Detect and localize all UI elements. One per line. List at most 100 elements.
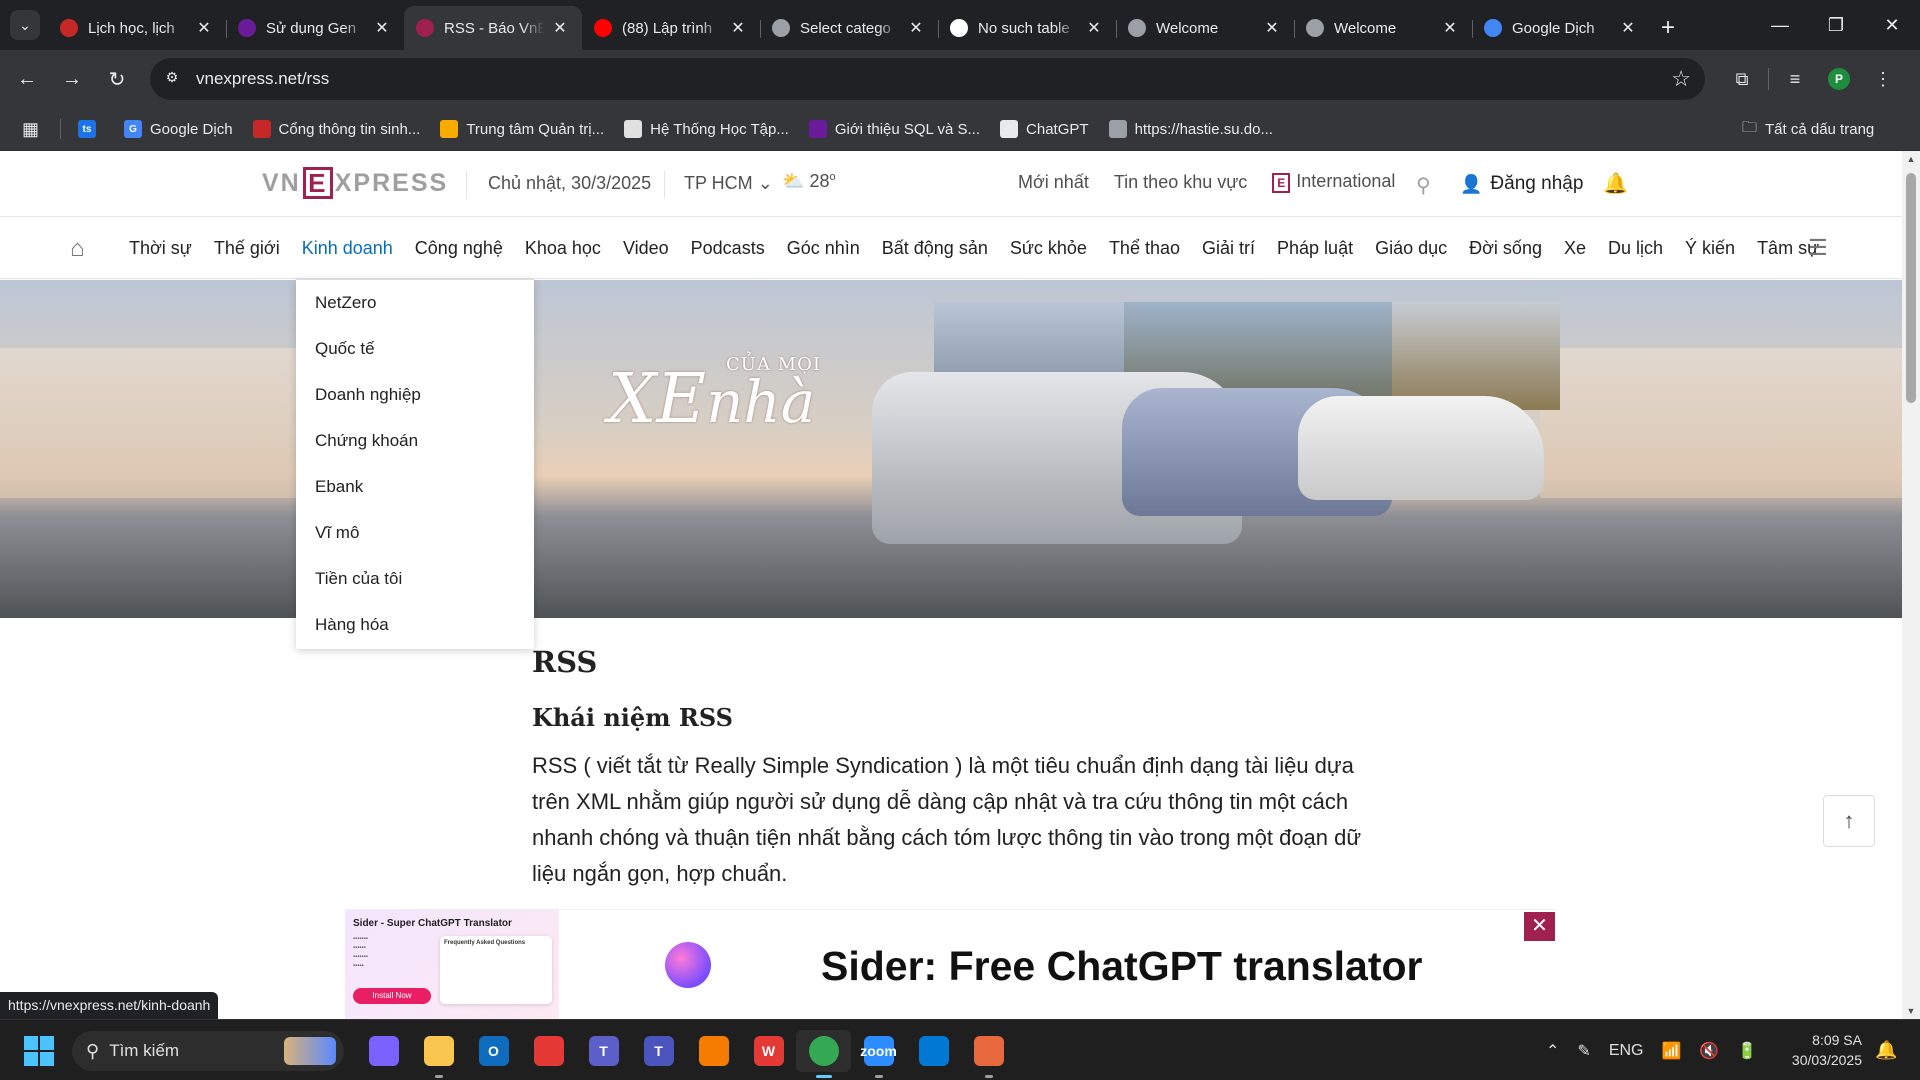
taskbar-app[interactable] [411, 1030, 466, 1078]
hamburger-menu-icon[interactable]: ☰ [1808, 235, 1828, 261]
close-tab-icon[interactable]: ✕ [1618, 18, 1638, 38]
bookmark-item[interactable]: Cổng thông tin sinh... [252, 120, 420, 138]
login-button[interactable]: 👤 Đăng nhập [1460, 173, 1583, 195]
regional-news-link[interactable]: Tin theo khu vực [1114, 172, 1247, 193]
site-info-icon[interactable]: ⚙ [162, 69, 182, 89]
taskbar-app[interactable] [521, 1030, 576, 1072]
bookmark-item[interactable]: Giới thiệu SQL và S... [808, 120, 980, 138]
taskbar-app[interactable] [796, 1030, 851, 1078]
city-selector[interactable]: TP HCM ⌄ [684, 173, 773, 194]
taskbar-app[interactable]: W [741, 1030, 796, 1072]
category-link[interactable]: Góc nhìn [787, 238, 860, 259]
category-link[interactable]: Giải trí [1202, 238, 1255, 259]
url-text[interactable]: vnexpress.net/rss [196, 69, 329, 89]
close-window-icon[interactable]: ✕ [1864, 0, 1920, 50]
vnexpress-logo[interactable]: VN E XPRESS [262, 167, 448, 199]
category-link[interactable]: Bất động sản [882, 238, 988, 259]
language-indicator[interactable]: ENG [1609, 1042, 1644, 1060]
profile-avatar[interactable]: P [1817, 62, 1861, 96]
scroll-to-top-button[interactable]: ↑ [1823, 795, 1875, 847]
category-link[interactable]: Thể thao [1109, 238, 1180, 259]
menu-kebab-icon[interactable]: ⋮ [1861, 62, 1905, 96]
category-link[interactable]: Podcasts [691, 238, 765, 259]
minimize-icon[interactable]: — [1752, 0, 1808, 50]
forward-icon[interactable]: → [57, 64, 87, 94]
speaker-muted-icon[interactable]: 🔇 [1699, 1041, 1719, 1061]
taskbar-search-box[interactable]: ⚲ Tìm kiếm [72, 1031, 344, 1071]
browser-tab[interactable]: (88) Lập trình ✕ [582, 6, 760, 50]
category-link[interactable]: Giáo dục [1375, 238, 1447, 259]
category-link[interactable]: Sức khỏe [1010, 238, 1087, 259]
address-bar[interactable]: ⚙ vnexpress.net/rss ☆ [150, 58, 1705, 100]
media-control-icon[interactable]: ≡ [1773, 62, 1817, 96]
close-tab-icon[interactable]: ✕ [1262, 18, 1282, 38]
scroll-down-arrow-icon[interactable]: ▼ [1906, 1006, 1916, 1016]
taskbar-app[interactable] [906, 1030, 961, 1072]
all-bookmarks-button[interactable]: 🗀 Tất cả dấu trang [1742, 107, 1874, 151]
extensions-icon[interactable]: ⧉ [1720, 62, 1764, 96]
scrollbar-thumb[interactable] [1906, 173, 1916, 403]
category-link[interactable]: Pháp luật [1277, 238, 1353, 259]
dropdown-item[interactable]: Tiền của tôi [296, 556, 534, 602]
international-link[interactable]: E International [1272, 171, 1395, 193]
close-tab-icon[interactable]: ✕ [194, 18, 214, 38]
dropdown-item[interactable]: Hàng hóa [296, 602, 534, 648]
bookmark-item[interactable]: ts [78, 120, 104, 138]
close-tab-icon[interactable]: ✕ [550, 18, 570, 38]
close-tab-icon[interactable]: ✕ [1084, 18, 1104, 38]
taskbar-app[interactable] [961, 1030, 1016, 1078]
taskbar-app[interactable] [686, 1030, 741, 1072]
category-link[interactable]: Ý kiến [1685, 238, 1735, 259]
browser-tab[interactable]: Welcome ✕ [1294, 6, 1472, 50]
apps-grid-icon[interactable]: ▦ [22, 119, 39, 140]
ad-install-button[interactable]: Install Now [353, 988, 431, 1004]
restore-icon[interactable]: ❐ [1808, 0, 1864, 50]
close-tab-icon[interactable]: ✕ [1440, 18, 1460, 38]
bookmark-item[interactable]: Trung tâm Quản trị... [440, 120, 604, 138]
page-scrollbar[interactable]: ▲ ▼ [1902, 151, 1920, 1019]
sider-ad-banner[interactable]: Sider - Super ChatGPT Translator ▪▪▪▪▪▪▪… [345, 909, 1557, 1019]
close-tab-icon[interactable]: ✕ [728, 18, 748, 38]
home-icon[interactable]: ⌂ [70, 235, 85, 263]
bell-icon[interactable]: 🔔 [1603, 171, 1628, 196]
wifi-icon[interactable]: 📶 [1661, 1041, 1681, 1061]
category-link[interactable]: Video [623, 238, 669, 259]
latest-news-link[interactable]: Mới nhất [1018, 172, 1089, 193]
close-tab-icon[interactable]: ✕ [906, 18, 926, 38]
category-link[interactable]: Kinh doanh [302, 238, 393, 259]
dropdown-item[interactable]: Chứng khoán [296, 418, 534, 464]
notification-bell-icon[interactable]: 🔔 [1875, 1040, 1897, 1061]
taskbar-app[interactable] [356, 1030, 411, 1072]
browser-tab[interactable]: Welcome ✕ [1116, 6, 1294, 50]
browser-tab[interactable]: Google Dịch ✕ [1472, 6, 1650, 50]
dropdown-item[interactable]: Vĩ mô [296, 510, 534, 556]
promo-banner[interactable]: CỦA MỌI XEnhà [0, 280, 1902, 618]
close-tab-icon[interactable]: ✕ [372, 18, 392, 38]
category-link[interactable]: Thế giới [214, 238, 280, 259]
category-link[interactable]: Khoa học [525, 238, 601, 259]
close-ad-icon[interactable]: ✕ [1524, 912, 1555, 941]
category-link[interactable]: Du lịch [1608, 238, 1663, 259]
reload-icon[interactable]: ↻ [102, 64, 132, 94]
taskbar-app[interactable]: T [631, 1030, 686, 1072]
dropdown-item[interactable]: Doanh nghiệp [296, 372, 534, 418]
category-link[interactable]: Thời sự [129, 238, 192, 259]
search-icon[interactable]: ⚲ [1416, 173, 1431, 198]
battery-icon[interactable]: 🔋 [1737, 1041, 1757, 1061]
browser-tab[interactable]: Lịch học, lịch ✕ [48, 6, 226, 50]
taskbar-clock[interactable]: 8:09 SA 30/03/2025 [1782, 1030, 1862, 1070]
taskbar-app[interactable]: T [576, 1030, 631, 1072]
category-link[interactable]: Xe [1564, 238, 1586, 259]
new-tab-icon[interactable]: + [1650, 6, 1686, 50]
browser-tab[interactable]: No such table ✕ [938, 6, 1116, 50]
windows-start-icon[interactable] [24, 1036, 54, 1066]
browser-tab[interactable]: RSS - Báo VnE ✕ [404, 6, 582, 50]
pen-input-icon[interactable]: ✎ [1577, 1041, 1590, 1061]
category-link[interactable]: Đời sống [1469, 238, 1542, 259]
dropdown-item[interactable]: NetZero [296, 280, 534, 326]
taskbar-app[interactable]: zoom [851, 1030, 906, 1078]
scroll-up-arrow-icon[interactable]: ▲ [1906, 154, 1916, 164]
tab-search-button[interactable]: ⌄ [10, 10, 40, 40]
category-link[interactable]: Công nghệ [415, 238, 503, 259]
taskbar-app[interactable]: O [466, 1030, 521, 1072]
